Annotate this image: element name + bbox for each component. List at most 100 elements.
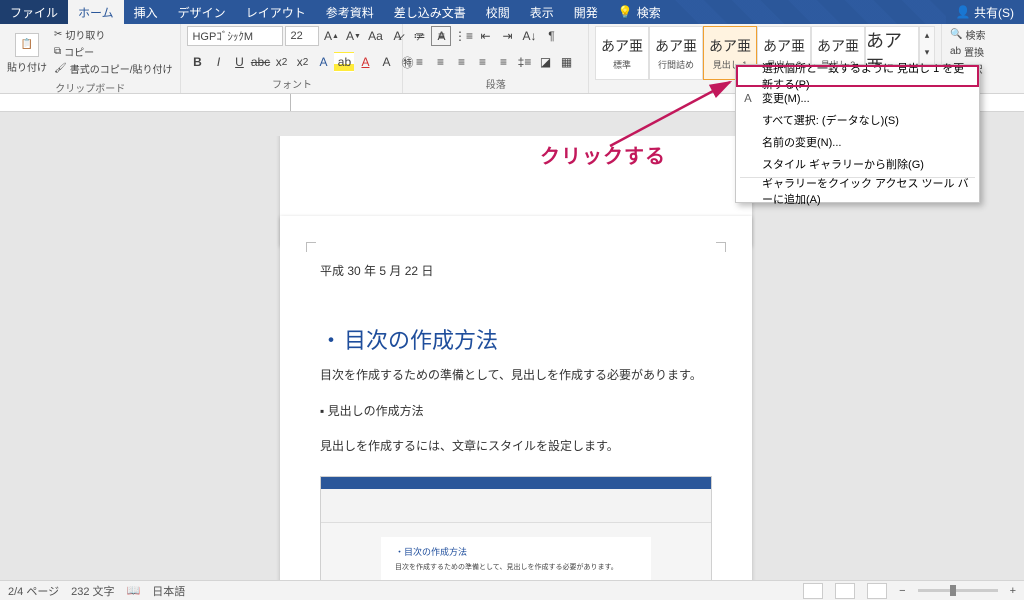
brush-icon: 🖌 bbox=[54, 63, 67, 74]
menu-label: スタイル ギャラリーから削除(G) bbox=[762, 156, 924, 172]
copy-label: コピー bbox=[64, 44, 94, 59]
doc-subheading[interactable]: 見出しの作成方法 bbox=[320, 401, 712, 423]
menu-label: すべて選択: (データなし)(S) bbox=[762, 112, 899, 128]
find-label: 検索 bbox=[965, 27, 985, 42]
character-shading-button[interactable]: A bbox=[376, 52, 396, 72]
line-spacing-button[interactable]: ‡≡ bbox=[514, 52, 534, 72]
style-label: 標準 bbox=[613, 58, 631, 71]
find-button[interactable]: 🔍検索 bbox=[948, 26, 1018, 42]
borders-button[interactable]: ▦ bbox=[556, 52, 576, 72]
tab-insert[interactable]: 挿入 bbox=[124, 0, 168, 24]
menu-rename[interactable]: 名前の変更(N)... bbox=[736, 131, 979, 153]
copy-button[interactable]: ⧉コピー bbox=[52, 43, 174, 59]
underline-button[interactable]: U bbox=[229, 52, 249, 72]
style-context-menu: 選択個所と一致するように 見出し 1 を更新する(P) Ａ 変更(M)... すべ… bbox=[735, 64, 980, 203]
menu-modify[interactable]: Ａ 変更(M)... bbox=[736, 87, 979, 109]
lightbulb-icon: 💡 bbox=[618, 5, 633, 19]
font-name-value: HGPｺﾞｼｯｸM bbox=[192, 28, 253, 44]
styles-scroll-up[interactable]: ▴ bbox=[920, 27, 934, 44]
justify-button[interactable]: ≡ bbox=[472, 52, 492, 72]
menu-remove-from-gallery[interactable]: スタイル ギャラリーから削除(G) bbox=[736, 153, 979, 175]
view-web-layout[interactable] bbox=[867, 583, 887, 599]
status-spellcheck-icon[interactable]: 📖 bbox=[127, 584, 141, 597]
titlebar-pattern bbox=[671, 0, 946, 24]
doc-paragraph[interactable]: 目次を作成するための準備として、見出しを作成する必要があります。 bbox=[320, 365, 712, 387]
tab-developer[interactable]: 開発 bbox=[564, 0, 608, 24]
change-case-button[interactable]: Aa bbox=[365, 26, 385, 46]
crop-mark bbox=[716, 242, 726, 252]
text-effects-button[interactable]: A bbox=[313, 52, 333, 72]
replace-button[interactable]: ab置換 bbox=[948, 43, 1018, 59]
tab-references[interactable]: 参考資料 bbox=[316, 0, 384, 24]
style-sample: あア亜 bbox=[763, 36, 805, 56]
superscript-button[interactable]: x2 bbox=[292, 52, 312, 72]
paragraph-group-label: 段落 bbox=[409, 76, 582, 93]
tab-design[interactable]: デザイン bbox=[168, 0, 236, 24]
search-label: 検索 bbox=[637, 4, 661, 21]
doc-heading-1[interactable]: 目次の作成方法 bbox=[320, 323, 712, 355]
share-icon: 👤 bbox=[956, 5, 971, 19]
style-label: 行間詰め bbox=[658, 58, 694, 71]
bold-button[interactable]: B bbox=[187, 52, 207, 72]
font-color-button[interactable]: A bbox=[355, 52, 375, 72]
tab-file[interactable]: ファイル bbox=[0, 0, 68, 24]
shading-button[interactable]: ◪ bbox=[535, 52, 555, 72]
strikethrough-button[interactable]: abc bbox=[250, 52, 270, 72]
crop-mark bbox=[306, 242, 316, 252]
status-language[interactable]: 日本語 bbox=[152, 583, 185, 599]
share-button[interactable]: 👤 共有(S) bbox=[946, 0, 1024, 24]
annotation-text: クリックする bbox=[540, 140, 666, 169]
menu-update-to-match[interactable]: 選択個所と一致するように 見出し 1 を更新する(P) bbox=[736, 65, 979, 87]
increase-indent-button[interactable]: ⇥ bbox=[497, 26, 517, 46]
paste-button[interactable]: 📋 貼り付け bbox=[6, 26, 48, 80]
show-marks-button[interactable]: ¶ bbox=[541, 26, 561, 46]
cut-button[interactable]: ✂切り取り bbox=[52, 26, 174, 42]
bullets-button[interactable]: ≔ bbox=[409, 26, 429, 46]
tell-me-search[interactable]: 💡 検索 bbox=[608, 0, 671, 24]
style-normal[interactable]: あア亜標準 bbox=[595, 26, 649, 80]
menu-add-to-qat[interactable]: ギャラリーをクイック アクセス ツール バーに追加(A) bbox=[736, 180, 979, 202]
tab-layout[interactable]: レイアウト bbox=[236, 0, 316, 24]
menu-select-all[interactable]: すべて選択: (データなし)(S) bbox=[736, 109, 979, 131]
font-group-label: フォント bbox=[187, 76, 396, 93]
doc-paragraph[interactable]: 見出しを作成するには、文章にスタイルを設定します。 bbox=[320, 436, 712, 458]
style-no-spacing[interactable]: あア亜行間詰め bbox=[649, 26, 703, 80]
paste-icon: 📋 bbox=[15, 33, 39, 57]
distributed-button[interactable]: ≡ bbox=[493, 52, 513, 72]
status-word-count[interactable]: 232 文字 bbox=[71, 583, 114, 599]
font-size-combo[interactable]: 22 bbox=[285, 26, 319, 46]
highlight-button[interactable]: ab bbox=[334, 52, 354, 72]
font-name-combo[interactable]: HGPｺﾞｼｯｸM bbox=[187, 26, 283, 46]
decrease-indent-button[interactable]: ⇤ bbox=[475, 26, 495, 46]
tab-home[interactable]: ホーム bbox=[68, 0, 124, 24]
numbering-button[interactable]: ≡ bbox=[431, 26, 451, 46]
view-read-mode[interactable] bbox=[803, 583, 823, 599]
style-sample: あア亜 bbox=[601, 36, 643, 56]
page-2[interactable]: 平成 30 年 5 月 22 日 目次の作成方法 目次を作成するための準備として… bbox=[280, 216, 752, 580]
menu-label: 変更(M)... bbox=[762, 90, 810, 106]
italic-button[interactable]: I bbox=[208, 52, 228, 72]
tab-view[interactable]: 表示 bbox=[520, 0, 564, 24]
replace-label: 置換 bbox=[964, 44, 984, 59]
format-painter-button[interactable]: 🖌書式のコピー/貼り付け bbox=[52, 60, 174, 76]
subscript-button[interactable]: x2 bbox=[271, 52, 291, 72]
grow-font-button[interactable]: A▲ bbox=[321, 26, 341, 46]
inner-paragraph: 目次を作成するための準備として、見出しを作成する必要があります。 bbox=[395, 562, 637, 572]
sort-button[interactable]: A↓ bbox=[519, 26, 539, 46]
modify-icon: Ａ bbox=[740, 90, 756, 106]
multilevel-list-button[interactable]: ⋮≡ bbox=[453, 26, 473, 46]
align-center-button[interactable]: ≡ bbox=[430, 52, 450, 72]
shrink-font-button[interactable]: A▼ bbox=[343, 26, 363, 46]
view-print-layout[interactable] bbox=[835, 583, 855, 599]
tab-review[interactable]: 校閲 bbox=[476, 0, 520, 24]
align-right-button[interactable]: ≡ bbox=[451, 52, 471, 72]
style-sample: あア亜 bbox=[709, 36, 751, 56]
status-page[interactable]: 2/4 ページ bbox=[8, 583, 59, 599]
zoom-out-button[interactable]: − bbox=[899, 585, 905, 597]
align-left-button[interactable]: ≡ bbox=[409, 52, 429, 72]
zoom-slider[interactable] bbox=[918, 589, 998, 592]
zoom-in-button[interactable]: + bbox=[1010, 585, 1016, 597]
menu-label: 名前の変更(N)... bbox=[762, 134, 841, 150]
tab-mailings[interactable]: 差し込み文書 bbox=[384, 0, 476, 24]
paste-label: 貼り付け bbox=[7, 59, 47, 74]
